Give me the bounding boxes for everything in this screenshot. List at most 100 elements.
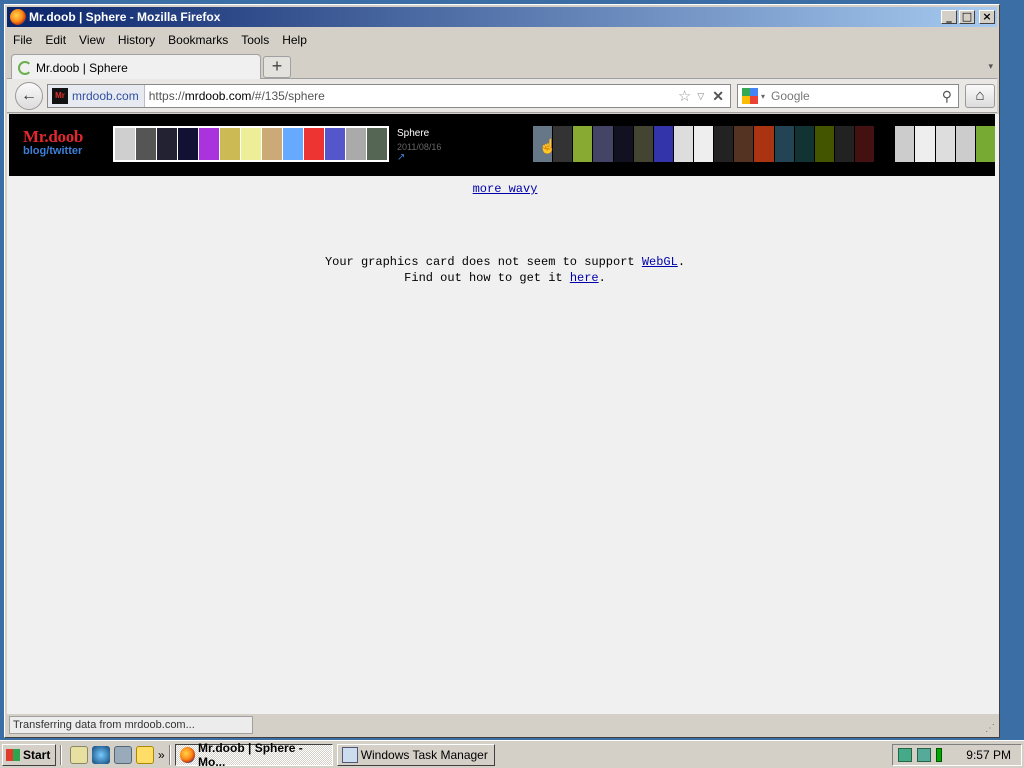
project-thumbnail[interactable] [895,126,915,162]
project-thumbnail[interactable] [613,126,633,162]
project-thumbnail[interactable] [157,128,177,160]
identity-domain: mrdoob.com [72,89,139,103]
taskbar-separator [60,744,62,765]
menu-bookmarks[interactable]: Bookmarks [168,33,228,47]
network-icon[interactable] [898,748,912,762]
project-thumbnail[interactable] [975,126,995,162]
project-thumbnail[interactable] [794,126,814,162]
search-bar[interactable]: ▾ Google ⚲ [737,84,959,108]
project-thumbnail[interactable] [593,126,613,162]
menu-edit[interactable]: Edit [45,33,66,47]
active-project-title: Sphere [397,128,430,139]
project-thumbnail[interactable] [262,128,282,160]
webgl-link[interactable]: WebGL [642,255,678,269]
outlook-express-icon[interactable] [114,745,132,764]
project-thumbnail[interactable] [199,128,219,160]
google-engine-icon[interactable] [742,88,758,104]
explorer-icon[interactable] [136,745,154,764]
menu-file[interactable]: File [13,33,32,47]
status-text: Transferring data from mrdoob.com... [9,716,253,734]
project-thumbnail[interactable] [304,128,324,160]
firefox-task-icon [179,746,196,763]
home-button[interactable]: ⌂ [965,84,995,108]
menu-help[interactable]: Help [282,33,307,47]
project-thumbnail[interactable] [346,128,366,160]
project-thumbnail[interactable] [367,128,387,160]
minimize-button[interactable]: _ [941,10,957,24]
menu-view[interactable]: View [79,33,105,47]
project-thumbnail[interactable] [220,128,240,160]
project-thumbnail[interactable] [283,128,303,160]
more-wavy-link[interactable]: more wavy [473,182,538,196]
project-thumbnail[interactable] [178,128,198,160]
project-thumbnail[interactable] [754,126,774,162]
project-thumbnail[interactable] [136,128,156,160]
menu-history[interactable]: History [118,33,155,47]
back-button[interactable]: ← [15,82,43,110]
status-bar: Transferring data from mrdoob.com... ⋰ [7,714,997,736]
search-icon[interactable]: ⚲ [942,88,952,105]
bookmark-star-icon[interactable]: ☆ [678,87,691,105]
project-thumbnail[interactable] [774,126,794,162]
mrdoob-logo[interactable]: Mr.doob blog/twitter [23,128,83,158]
title-bar[interactable]: Mr.doob | Sphere - Mozilla Firefox _ □ × [7,7,997,27]
url-history-dropdown-icon[interactable]: ▽ [697,91,704,102]
url-bar[interactable]: Mr mrdoob.com https://mrdoob.com/#/135/s… [47,84,731,108]
close-button[interactable]: × [979,10,995,24]
tab-sphere[interactable]: Mr.doob | Sphere [11,54,261,80]
project-thumbnail[interactable] [694,126,714,162]
project-thumbnail[interactable] [935,126,955,162]
logo-sub[interactable]: blog/twitter [23,145,83,158]
url-text[interactable]: https://mrdoob.com/#/135/sphere [149,89,678,103]
tab-strip: Mr.doob | Sphere + ▾ [7,51,997,80]
project-thumbnail[interactable] [834,126,854,162]
project-thumbnail[interactable] [325,128,345,160]
logo-name[interactable]: Mr.doob [23,128,83,145]
desktop: Mr.doob | Sphere - Mozilla Firefox _ □ ×… [0,0,1024,768]
internet-explorer-icon[interactable] [92,745,110,764]
resize-grip-icon[interactable]: ⋰ [985,723,995,734]
project-thumbnail[interactable] [653,126,673,162]
project-thumbnail[interactable] [955,126,975,162]
project-banner: Mr.doob blog/twitter Sphere 2011/08/16 ↗… [9,114,995,176]
quicklaunch-chevron[interactable]: » [158,748,165,762]
taskbar: Start » Mr.doob | Sphere - Mo... Windows… [0,740,1024,768]
site-identity-button[interactable]: Mr mrdoob.com [48,85,145,107]
network2-icon[interactable] [917,748,931,762]
show-desktop-icon[interactable] [70,745,88,764]
external-link-icon[interactable]: ↗ [397,152,441,163]
menu-tools[interactable]: Tools [241,33,269,47]
project-thumbnail[interactable] [714,126,734,162]
project-thumbnail[interactable] [855,126,875,162]
project-thumbnail[interactable] [875,126,895,162]
maximize-button[interactable]: □ [959,10,975,24]
new-tab-button[interactable]: + [263,56,291,78]
start-button[interactable]: Start [2,743,56,766]
project-thumbnail[interactable] [241,128,261,160]
project-thumbnail[interactable] [915,126,935,162]
site-favicon-icon: Mr [52,88,68,104]
stop-icon[interactable]: ✕ [712,88,724,105]
project-thumbnail[interactable] [814,126,834,162]
loading-spinner-icon [18,60,32,75]
project-thumbnail[interactable] [573,126,593,162]
webgl-message: Your graphics card does not seem to supp… [324,255,686,285]
search-engine-dropdown-icon[interactable]: ▾ [761,92,765,101]
here-link[interactable]: here [570,271,599,285]
navigation-toolbar: ← Mr mrdoob.com https://mrdoob.com/#/135… [7,79,997,113]
start-label: Start [23,747,51,762]
cpu-meter-icon[interactable] [936,748,942,762]
project-thumbnail[interactable] [633,126,653,162]
project-thumbnail[interactable] [734,126,754,162]
tab-label: Mr.doob | Sphere [36,60,128,75]
task-firefox[interactable]: Mr.doob | Sphere - Mo... [174,741,333,768]
project-thumbnail[interactable] [115,128,135,160]
active-project-info: Sphere 2011/08/16 ↗ [397,128,441,163]
content-scrollbar[interactable] [995,114,999,714]
tab-list-button[interactable]: ▾ [988,61,993,72]
firefox-icon [10,9,26,25]
task-task-manager[interactable]: Windows Task Manager [336,743,495,766]
search-input[interactable]: Google [771,89,942,103]
project-thumbnail[interactable] [673,126,693,162]
clock[interactable]: 9:57 PM [966,748,1011,762]
